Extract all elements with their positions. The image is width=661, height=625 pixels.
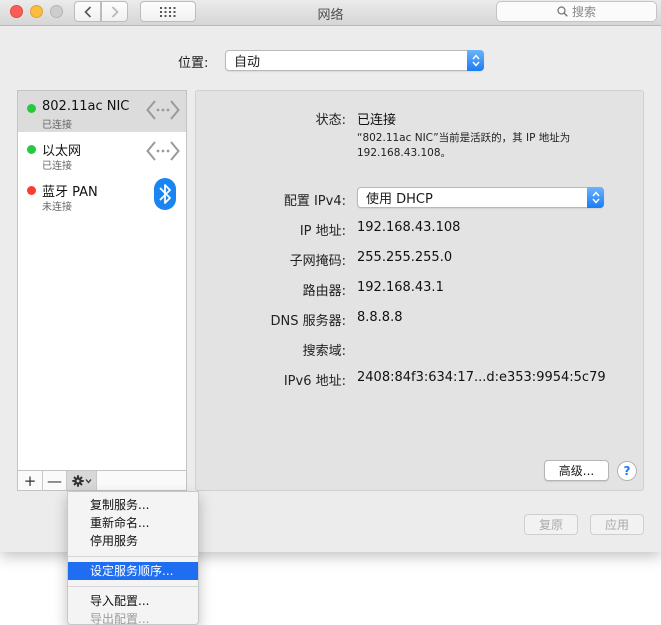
config-ipv4-popup[interactable]: 使用 DHCP: [357, 187, 604, 208]
ip-address-label: IP 地址:: [299, 224, 346, 239]
status-description: “802.11ac NIC”当前是活跃的，其 IP 地址为 192.168.43…: [357, 132, 571, 159]
search-domain-label: 搜索域:: [302, 344, 346, 359]
title-bar: 网络 搜索: [0, 0, 661, 26]
ip-address-value: 192.168.43.108: [357, 220, 461, 235]
updown-arrows-icon: [467, 50, 484, 71]
location-label: 位置:: [178, 56, 209, 71]
ipv6-address-value: 2408:84f3:634:17...d:e353:9954:5c79: [357, 370, 606, 385]
add-service-button[interactable]: +: [18, 471, 43, 490]
service-status: 已连接: [42, 161, 72, 172]
config-ipv4-label: 配置 IPv4:: [283, 194, 346, 209]
service-action-menu: 复制服务... 重新命名... 停用服务 设定服务顺序... 导入配置... 导…: [67, 491, 199, 625]
router-label: 路由器:: [302, 284, 346, 299]
revert-button[interactable]: 复原: [524, 514, 578, 535]
menu-separator: [68, 556, 198, 557]
menu-item-deactivate-service[interactable]: 停用服务: [68, 532, 198, 550]
service-name: 802.11ac NIC: [42, 99, 130, 114]
status-dot: [27, 145, 36, 154]
search-icon: [557, 6, 568, 17]
remove-service-button[interactable]: —: [43, 471, 67, 490]
search-field[interactable]: 搜索: [496, 1, 657, 22]
dns-server-value: 8.8.8.8: [357, 310, 403, 325]
menu-item-export-configurations: 导出配置...: [90, 612, 150, 625]
gear-icon: [71, 474, 91, 487]
service-item-wifi[interactable]: 802.11ac NIC 已连接: [18, 91, 186, 132]
ipv6-address-label: IPv6 地址:: [283, 374, 346, 389]
service-item-bluetooth-pan[interactable]: 蓝牙 PAN 未连接: [18, 173, 186, 214]
config-ipv4-value: 使用 DHCP: [366, 192, 433, 207]
help-button[interactable]: ?: [617, 461, 637, 481]
subnet-mask-value: 255.255.255.0: [357, 250, 453, 265]
status-label: 状态:: [315, 113, 346, 128]
status-dot: [27, 186, 36, 195]
router-value: 192.168.43.1: [357, 280, 444, 295]
search-placeholder: 搜索: [571, 5, 596, 19]
location-value: 自动: [234, 55, 261, 70]
service-detail-pane: 状态: 已连接 “802.11ac NIC”当前是活跃的，其 IP 地址为 19…: [195, 90, 644, 491]
service-status: 未连接: [42, 202, 72, 213]
network-arrows-icon: [146, 100, 180, 120]
bluetooth-icon: [154, 178, 176, 210]
advanced-button[interactable]: 高级...: [544, 460, 609, 481]
updown-arrows-icon: [587, 187, 604, 208]
subnet-mask-label: 子网掩码:: [289, 254, 346, 269]
service-list-toolbar: + —: [17, 471, 187, 491]
action-menu-button[interactable]: [67, 471, 97, 490]
menu-item-set-service-order[interactable]: 设定服务顺序...: [68, 562, 198, 580]
network-preferences-window: 网络 搜索 位置: 自动 802.11ac NIC 已连接 以太网 已连接 蓝牙…: [0, 0, 661, 552]
apply-button[interactable]: 应用: [590, 514, 644, 535]
location-popup[interactable]: 自动: [225, 50, 484, 71]
menu-item-rename[interactable]: 重新命名...: [68, 514, 198, 532]
service-item-ethernet[interactable]: 以太网 已连接: [18, 132, 186, 173]
network-arrows-icon: [146, 141, 180, 161]
dns-server-label: DNS 服务器:: [270, 314, 347, 329]
service-list: 802.11ac NIC 已连接 以太网 已连接 蓝牙 PAN 未连接: [17, 90, 187, 471]
service-status: 已连接: [42, 120, 72, 131]
menu-separator: [68, 586, 198, 587]
status-value: 已连接: [357, 113, 397, 128]
menu-item-duplicate-service[interactable]: 复制服务...: [68, 496, 198, 514]
menu-item-import-configurations[interactable]: 导入配置...: [68, 592, 198, 610]
status-dot: [27, 104, 36, 113]
